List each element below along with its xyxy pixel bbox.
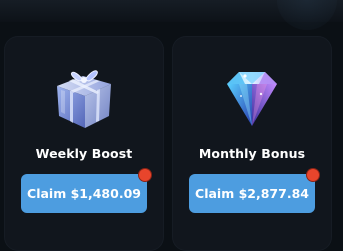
notification-dot <box>307 169 319 181</box>
claim-monthly-bonus-button[interactable]: Claim $2,877.84 <box>189 174 315 213</box>
notification-dot <box>139 169 151 181</box>
claim-weekly-boost-button[interactable]: Claim $1,480.09 <box>21 174 147 213</box>
monthly-bonus-title: Monthly Bonus <box>198 146 306 161</box>
weekly-boost-card: Weekly Boost Claim $1,480.09 <box>4 36 164 251</box>
diamond-icon <box>227 72 277 126</box>
weekly-boost-title: Weekly Boost <box>35 146 133 161</box>
monthly-bonus-card: Monthly Bonus Claim $2,877.84 <box>172 36 332 251</box>
gift-box-icon <box>57 70 111 128</box>
top-bar <box>0 0 343 30</box>
